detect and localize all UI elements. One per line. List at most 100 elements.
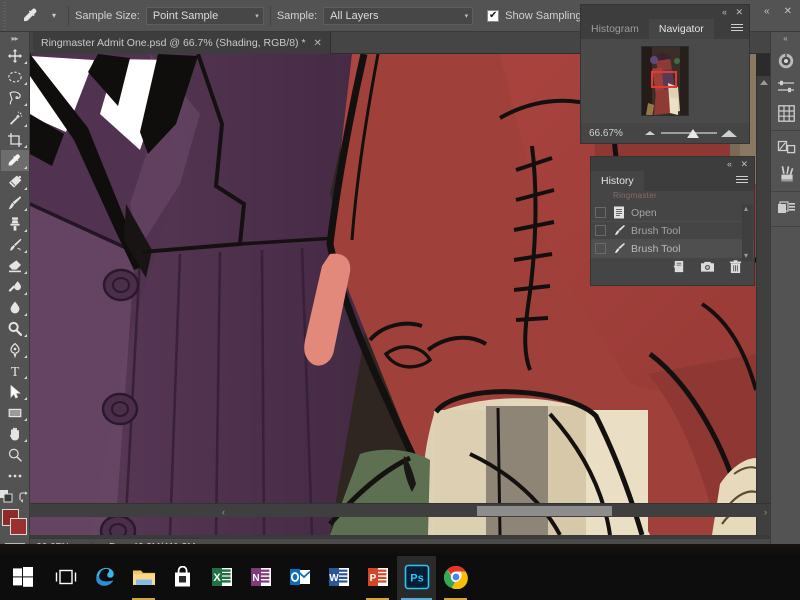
close-icon[interactable]: ✕: [314, 38, 322, 49]
taskbar-excel[interactable]: X: [202, 556, 241, 600]
scroll-down-arrow-icon[interactable]: ▾: [744, 252, 748, 260]
flyout-triangle-icon: [23, 145, 27, 149]
history-state-open[interactable]: Open: [591, 204, 754, 222]
panel-menu-icon[interactable]: [736, 176, 748, 183]
taskbar-microsoft-store[interactable]: [163, 556, 202, 600]
navigator-collapse-icon[interactable]: «: [722, 6, 727, 18]
background-color-swatch[interactable]: [9, 518, 27, 536]
scroll-right-arrow-icon[interactable]: ›: [764, 507, 767, 517]
navigator-panel-titlebar[interactable]: « ✕: [581, 5, 749, 19]
history-panel-titlebar[interactable]: « ✕: [591, 157, 754, 171]
quick-selection-tool[interactable]: [1, 108, 29, 129]
flyout-triangle-icon: [23, 208, 27, 212]
brush-tool[interactable]: [1, 192, 29, 213]
snapshot-source-box[interactable]: [595, 225, 606, 236]
task-view-button[interactable]: [46, 556, 85, 600]
folder-icon: [132, 567, 156, 590]
navigator-close-icon[interactable]: ✕: [735, 6, 743, 18]
path-selection-tool[interactable]: [1, 381, 29, 402]
lasso-tool[interactable]: [1, 87, 29, 108]
start-button[interactable]: [0, 556, 46, 600]
tab-history[interactable]: History: [591, 171, 644, 191]
rail-adjustments-panel-icon[interactable]: [771, 74, 800, 100]
navigator-zoom-percent[interactable]: 66.67%: [589, 128, 631, 139]
crop-tool[interactable]: [1, 129, 29, 150]
taskbar-photoshop[interactable]: Ps: [397, 556, 436, 600]
sample-size-value: Point Sample: [152, 9, 219, 22]
move-tool[interactable]: [1, 45, 29, 66]
rail-brush-settings-panel-icon[interactable]: [771, 161, 800, 187]
options-bar-grip[interactable]: [0, 0, 10, 32]
zoom-tool[interactable]: [1, 444, 29, 465]
scroll-left-arrow-icon[interactable]: ‹: [222, 507, 225, 517]
tab-navigator[interactable]: Navigator: [648, 19, 714, 39]
large-mountain-icon[interactable]: [721, 129, 737, 137]
horizontal-type-tool[interactable]: T: [1, 360, 29, 381]
scroll-up-arrow-icon[interactable]: ▴: [744, 205, 748, 213]
collapse-panels-button[interactable]: «: [760, 4, 774, 19]
history-close-icon[interactable]: ✕: [740, 158, 748, 170]
sample-select[interactable]: All Layers ▾: [323, 6, 474, 25]
close-window-button[interactable]: ✕: [780, 4, 796, 19]
navigator-preview[interactable]: [581, 39, 749, 123]
flyout-triangle-icon: [23, 397, 27, 401]
rail-collapse-icon[interactable]: «: [771, 32, 800, 44]
scroll-up-arrow-icon[interactable]: [760, 80, 768, 85]
panel-menu-icon[interactable]: [731, 24, 743, 31]
taskbar-outlook[interactable]: [280, 556, 319, 600]
trash-icon[interactable]: [729, 259, 742, 277]
camera-icon[interactable]: [700, 260, 715, 276]
elliptical-marquee-tool[interactable]: [1, 66, 29, 87]
taskbar-word[interactable]: W: [319, 556, 358, 600]
horizontal-scroll-thumb[interactable]: [477, 506, 612, 516]
clone-stamp-tool[interactable]: [1, 213, 29, 234]
navigator-zoom-slider[interactable]: [637, 125, 741, 141]
rectangle-tool[interactable]: [1, 402, 29, 423]
taskbar-powerpoint[interactable]: P: [358, 556, 397, 600]
eyedropper-icon[interactable]: [16, 3, 46, 29]
default-colors-icon[interactable]: [0, 490, 13, 506]
tab-histogram[interactable]: Histogram: [581, 19, 649, 39]
canvas-vertical-scrollbar[interactable]: [756, 76, 770, 535]
new-document-icon[interactable]: [671, 260, 686, 277]
taskbar-edge[interactable]: [85, 556, 124, 600]
rail-libraries-panel-icon[interactable]: [771, 100, 800, 126]
taskbar-onenote[interactable]: N: [241, 556, 280, 600]
snapshot-source-box[interactable]: [595, 243, 606, 254]
history-state-brush-2[interactable]: Brush Tool: [591, 240, 754, 258]
eyedropper-tool[interactable]: [0, 150, 29, 172]
spot-healing-brush-tool[interactable]: [1, 171, 29, 192]
snapshot-source-box[interactable]: [595, 207, 606, 218]
taskbar-chrome[interactable]: [436, 556, 475, 600]
dodge-tool[interactable]: [1, 318, 29, 339]
history-source-row[interactable]: Ringmaster: [591, 191, 754, 204]
tools-panel-grip[interactable]: ▸▸: [0, 32, 30, 45]
gradient-tool[interactable]: [1, 276, 29, 297]
document-tab[interactable]: Ringmaster Admit One.psd @ 66.7% (Shadin…: [33, 32, 331, 54]
rail-properties-panel-icon[interactable]: [771, 135, 800, 161]
rail-layers-panel-icon[interactable]: [771, 196, 800, 222]
small-mountain-icon[interactable]: [645, 131, 655, 135]
canvas-horizontal-scrollbar[interactable]: ‹ ›: [30, 503, 770, 517]
eraser-tool[interactable]: [1, 255, 29, 276]
edit-toolbar-ellipsis[interactable]: [1, 465, 29, 486]
window-controls: « ✕: [760, 0, 796, 32]
navigator-view-rectangle[interactable]: [651, 71, 677, 88]
history-brush-tool[interactable]: [1, 234, 29, 255]
history-scrollbar[interactable]: ▴ ▾: [742, 204, 753, 261]
swap-colors-icon[interactable]: [18, 490, 30, 506]
color-swatches[interactable]: [1, 508, 29, 537]
pen-tool[interactable]: [1, 339, 29, 360]
history-collapse-icon[interactable]: «: [727, 158, 732, 170]
hand-tool[interactable]: [1, 423, 29, 444]
blur-tool[interactable]: [1, 297, 29, 318]
rail-color-panel-icon[interactable]: [771, 48, 800, 74]
flyout-triangle-icon: [23, 61, 27, 65]
tool-preset-picker[interactable]: ▾: [46, 3, 62, 29]
history-state-brush-1[interactable]: Brush Tool: [591, 222, 754, 240]
history-panel-tabs: History: [591, 171, 754, 191]
sample-size-select[interactable]: Point Sample ▾: [145, 6, 264, 25]
photoshop-window: ▾ Sample Size: Point Sample ▾ Sample: Al…: [0, 0, 800, 600]
slider-knob[interactable]: [687, 128, 699, 138]
taskbar-file-explorer[interactable]: [124, 556, 163, 600]
